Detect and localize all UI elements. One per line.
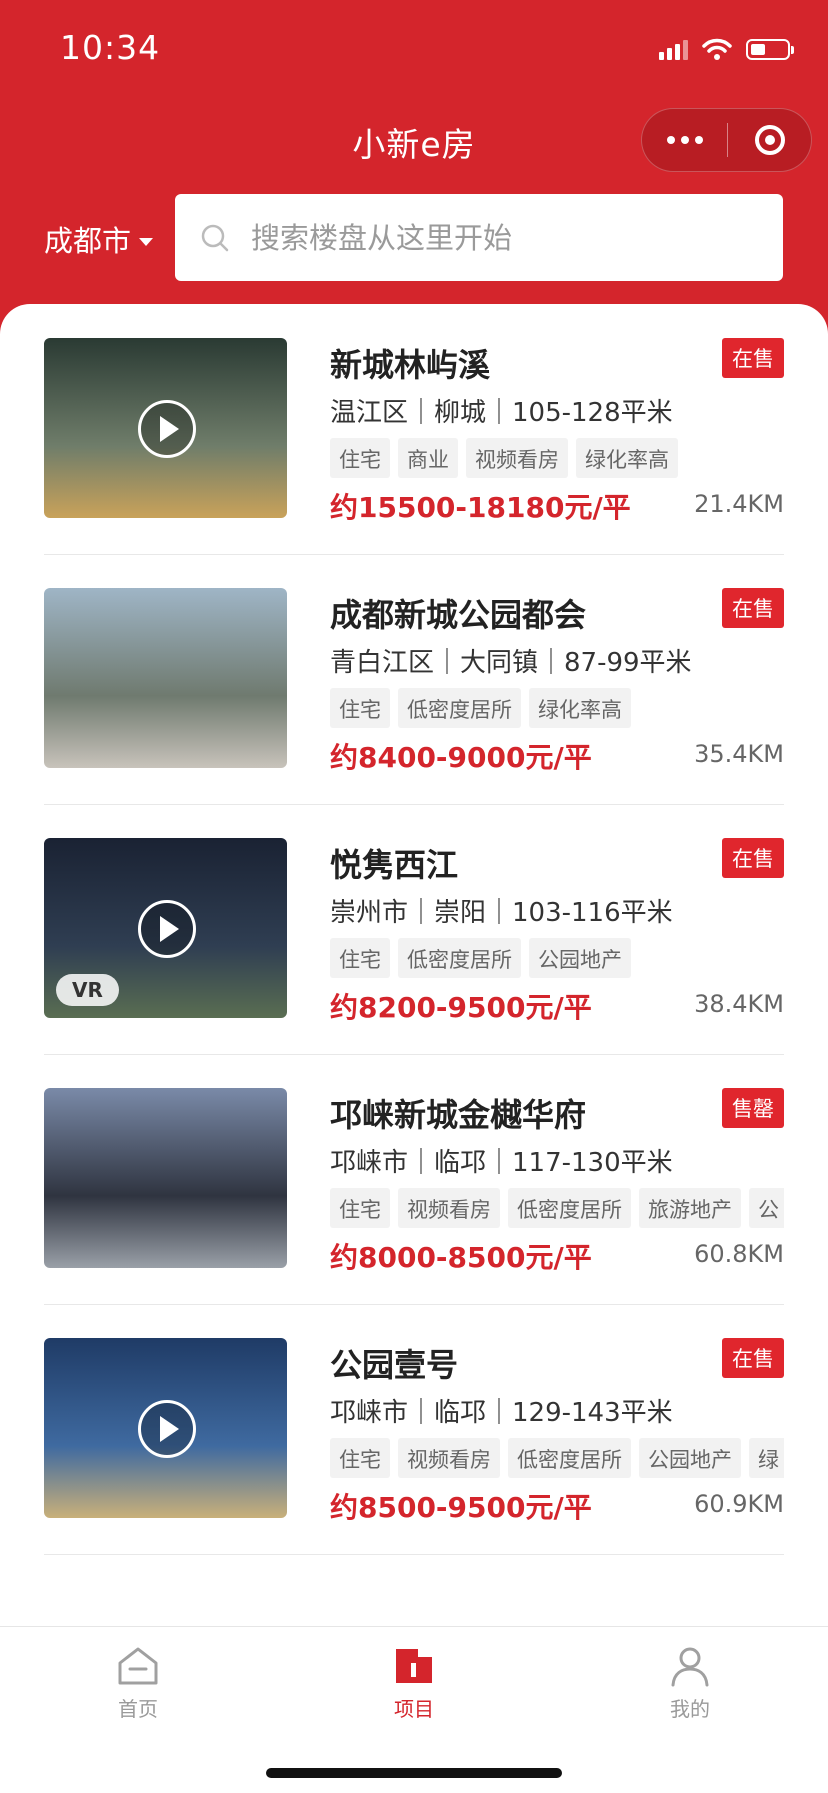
status-badge: 售罄 xyxy=(722,1088,784,1128)
listing-price: 约8000-8500元/平 xyxy=(330,1241,592,1274)
tag: 绿化率高 xyxy=(529,688,631,728)
city-label: 成都市 xyxy=(44,224,132,258)
battery-icon xyxy=(746,38,794,60)
status-icons xyxy=(659,34,794,64)
miniprogram-capsule xyxy=(641,108,812,172)
tag: 住宅 xyxy=(330,1188,390,1228)
listing-distance: 60.8KM xyxy=(694,1240,784,1268)
listing-distance: 38.4KM xyxy=(694,990,784,1018)
listing-meta: 邛崃市｜临邛｜129-143平米 xyxy=(330,1398,673,1428)
tag-list: 住宅 低密度居所 绿化率高 xyxy=(330,688,784,728)
listing-distance: 21.4KM xyxy=(694,490,784,518)
listing-price: 约15500-18180元/平 xyxy=(330,491,631,524)
city-selector[interactable]: 成都市 xyxy=(44,218,154,260)
tag: 绿 xyxy=(749,1438,784,1478)
listing-name: 成都新城公园都会 xyxy=(330,596,587,634)
listing-price: 约8200-9500元/平 xyxy=(330,991,592,1024)
tag: 低密度居所 xyxy=(508,1188,631,1228)
listing-item[interactable]: VR 悦隽西江 在售 崇州市｜崇阳｜103-116平米 住宅 低密度居所 公园地… xyxy=(44,804,784,1055)
listing-thumbnail[interactable] xyxy=(44,338,287,518)
listing-price: 约8500-9500元/平 xyxy=(330,1491,592,1524)
signal-icon xyxy=(659,38,688,60)
status-time: 10:34 xyxy=(60,28,161,67)
project-icon xyxy=(392,1645,436,1687)
tab-mine-label: 我的 xyxy=(670,1697,710,1721)
tag-list: 住宅 商业 视频看房 绿化率高 xyxy=(330,438,784,478)
target-icon xyxy=(754,125,785,155)
tag-list: 住宅 低密度居所 公园地产 xyxy=(330,938,784,978)
tag: 公园地产 xyxy=(529,938,631,978)
listing-thumbnail[interactable]: VR xyxy=(44,838,287,1018)
listing-name: 邛崃新城金樾华府 xyxy=(330,1096,587,1134)
listing-name: 新城林屿溪 xyxy=(330,346,491,384)
listing-meta: 崇州市｜崇阳｜103-116平米 xyxy=(330,898,673,928)
tag: 住宅 xyxy=(330,1438,390,1478)
tag: 绿化率高 xyxy=(576,438,678,478)
tab-home[interactable]: 首页 xyxy=(58,1645,218,1722)
tag: 商业 xyxy=(398,438,458,478)
home-indicator xyxy=(266,1768,562,1778)
listing-meta: 青白江区｜大同镇｜87-99平米 xyxy=(330,648,692,678)
search-box[interactable] xyxy=(175,194,783,281)
tag: 公 xyxy=(749,1188,784,1228)
listing-thumbnail[interactable] xyxy=(44,1088,287,1268)
user-icon xyxy=(668,1645,712,1687)
listing-name: 悦隽西江 xyxy=(330,846,459,884)
tab-mine[interactable]: 我的 xyxy=(610,1645,770,1722)
tag: 视频看房 xyxy=(466,438,568,478)
listing-item[interactable]: 邛崃新城金樾华府 售罄 邛崃市｜临邛｜117-130平米 住宅 视频看房 低密度… xyxy=(44,1054,784,1305)
more-button[interactable] xyxy=(642,109,727,171)
tag: 住宅 xyxy=(330,938,390,978)
tag: 低密度居所 xyxy=(398,688,521,728)
tag: 低密度居所 xyxy=(398,938,521,978)
caret-down-icon xyxy=(139,238,154,246)
tag: 视频看房 xyxy=(398,1438,500,1478)
listing-name: 公园壹号 xyxy=(330,1346,459,1384)
tag: 视频看房 xyxy=(398,1188,500,1228)
search-icon xyxy=(201,224,229,251)
tag: 公园地产 xyxy=(639,1438,741,1478)
search-input[interactable] xyxy=(249,219,733,256)
tab-projects-label: 项目 xyxy=(394,1697,434,1721)
tag: 住宅 xyxy=(330,438,390,478)
tag: 住宅 xyxy=(330,688,390,728)
play-icon[interactable] xyxy=(137,1400,196,1458)
listing-price: 约8400-9000元/平 xyxy=(330,741,592,774)
listing-meta: 温江区｜柳城｜105-128平米 xyxy=(330,398,673,428)
listing-item[interactable]: 公园壹号 在售 邛崃市｜临邛｜129-143平米 住宅 视频看房 低密度居所 公… xyxy=(44,1304,784,1555)
tag-list: 住宅 视频看房 低密度居所 公园地产 绿 xyxy=(330,1438,784,1478)
listing-meta: 邛崃市｜临邛｜117-130平米 xyxy=(330,1148,673,1178)
wifi-icon xyxy=(702,38,732,60)
listing-item[interactable]: 新城林屿溪 在售 温江区｜柳城｜105-128平米 住宅 商业 视频看房 绿化率… xyxy=(44,304,784,555)
close-button[interactable] xyxy=(728,109,811,171)
status-badge: 在售 xyxy=(722,1338,784,1378)
listing-item[interactable]: 成都新城公园都会 在售 青白江区｜大同镇｜87-99平米 住宅 低密度居所 绿化… xyxy=(44,554,784,805)
play-icon[interactable] xyxy=(137,400,196,458)
tag: 旅游地产 xyxy=(639,1188,741,1228)
play-icon[interactable] xyxy=(137,900,196,958)
listing-distance: 60.9KM xyxy=(694,1490,784,1518)
listing-thumbnail[interactable] xyxy=(44,588,287,768)
vr-badge[interactable]: VR xyxy=(56,974,119,1006)
home-icon xyxy=(116,1645,160,1687)
status-badge: 在售 xyxy=(722,588,784,628)
tag: 低密度居所 xyxy=(508,1438,631,1478)
listing-thumbnail[interactable] xyxy=(44,1338,287,1518)
status-badge: 在售 xyxy=(722,838,784,878)
listing-panel: 新城林屿溪 在售 温江区｜柳城｜105-128平米 住宅 商业 视频看房 绿化率… xyxy=(0,304,828,1626)
tab-home-label: 首页 xyxy=(118,1697,158,1721)
status-badge: 在售 xyxy=(722,338,784,378)
tag-list: 住宅 视频看房 低密度居所 旅游地产 公 xyxy=(330,1188,784,1228)
tab-projects[interactable]: 项目 xyxy=(334,1645,494,1722)
listing-distance: 35.4KM xyxy=(694,740,784,768)
